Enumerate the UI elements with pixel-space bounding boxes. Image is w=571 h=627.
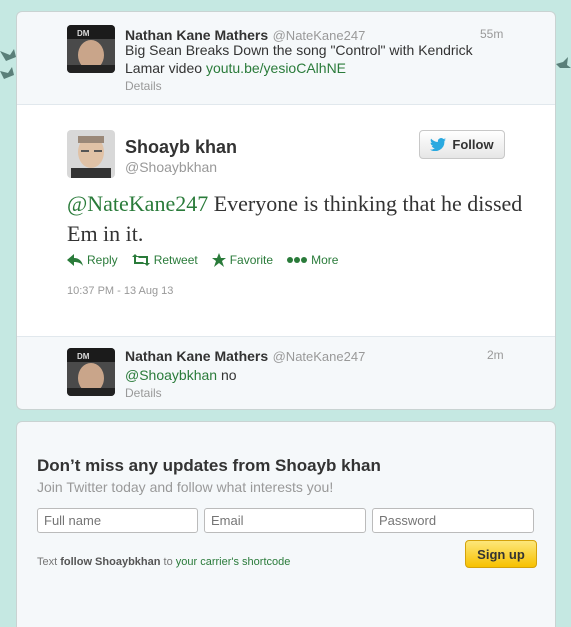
details-link[interactable]: Details	[125, 79, 162, 93]
email-field[interactable]	[204, 508, 366, 533]
more-action[interactable]: More	[287, 253, 338, 267]
reply-icon	[67, 254, 83, 266]
retweet-action[interactable]: Retweet	[131, 253, 198, 267]
follow-label: Follow	[452, 137, 494, 152]
full-name-field[interactable]	[37, 508, 198, 533]
password-field[interactable]	[372, 508, 534, 533]
signup-subtitle: Join Twitter today and follow what inter…	[37, 479, 334, 495]
avatar[interactable]: DM	[67, 25, 115, 73]
mention-link[interactable]: @Shoaybkhan	[125, 367, 217, 383]
sms-command: follow Shoaybkhan	[60, 556, 161, 568]
signup-button[interactable]: Sign up	[465, 540, 537, 568]
retweet-label: Retweet	[153, 253, 198, 267]
sms-mid: to	[160, 556, 176, 568]
tweet-time[interactable]: 55m	[480, 27, 503, 41]
tweet-body: no	[217, 367, 237, 383]
signup-card: Don’t miss any updates from Shoayb khan …	[16, 421, 556, 627]
tweet-actions: Reply Retweet Favorite More	[67, 253, 338, 267]
background-bird-icon	[556, 57, 571, 68]
avatar[interactable]	[67, 130, 115, 178]
reply-tweet[interactable]: DM Nathan Kane Mathers @NateKane247 2m @…	[17, 337, 555, 411]
main-tweet: Shoayb khan @Shoaybkhan Follow @NateKane…	[17, 104, 555, 337]
reply-label: Reply	[87, 253, 118, 267]
sms-follow-text: Text follow Shoaybkhan to your carrier's…	[37, 556, 290, 568]
twitter-bird-icon	[430, 138, 447, 151]
tweet-timestamp[interactable]: 10:37 PM - 13 Aug 13	[67, 285, 173, 297]
author-name[interactable]: Shoayb khan	[125, 137, 237, 158]
tweet-time[interactable]: 2m	[487, 348, 504, 362]
tweet-text: @NateKane247 Everyone is thinking that h…	[67, 189, 527, 249]
author-handle[interactable]: @NateKane247	[273, 349, 366, 364]
details-link[interactable]: Details	[125, 386, 162, 400]
author-name[interactable]: Nathan Kane Mathers	[125, 348, 268, 364]
reply-action[interactable]: Reply	[67, 253, 118, 267]
carrier-shortcode-link[interactable]: your carrier's shortcode	[176, 556, 291, 568]
video-link[interactable]: youtu.be/yesioCAlhNE	[206, 60, 346, 76]
more-dots-icon	[287, 257, 308, 263]
previous-tweet[interactable]: DM Nathan Kane Mathers @NateKane247 55m …	[17, 12, 555, 104]
follow-button[interactable]: Follow	[419, 130, 505, 159]
signup-title: Don’t miss any updates from Shoayb khan	[37, 456, 381, 475]
sms-prefix: Text	[37, 556, 61, 568]
favorite-label: Favorite	[229, 253, 274, 267]
favorite-action[interactable]: Favorite	[211, 253, 274, 267]
tweet-text: Big Sean Breaks Down the song "Control" …	[125, 41, 505, 77]
author-handle[interactable]: @Shoaybkhan	[125, 159, 217, 175]
svg-text:DM: DM	[77, 29, 90, 38]
svg-text:DM: DM	[77, 352, 90, 361]
retweet-icon	[131, 254, 150, 266]
conversation-card: DM Nathan Kane Mathers @NateKane247 55m …	[16, 11, 556, 410]
more-label: More	[311, 253, 339, 267]
tweet-text: @Shoaybkhan no	[125, 366, 237, 384]
mention-link[interactable]: @NateKane247	[67, 191, 208, 216]
avatar[interactable]: DM	[67, 348, 115, 396]
favorite-star-icon	[211, 253, 226, 267]
